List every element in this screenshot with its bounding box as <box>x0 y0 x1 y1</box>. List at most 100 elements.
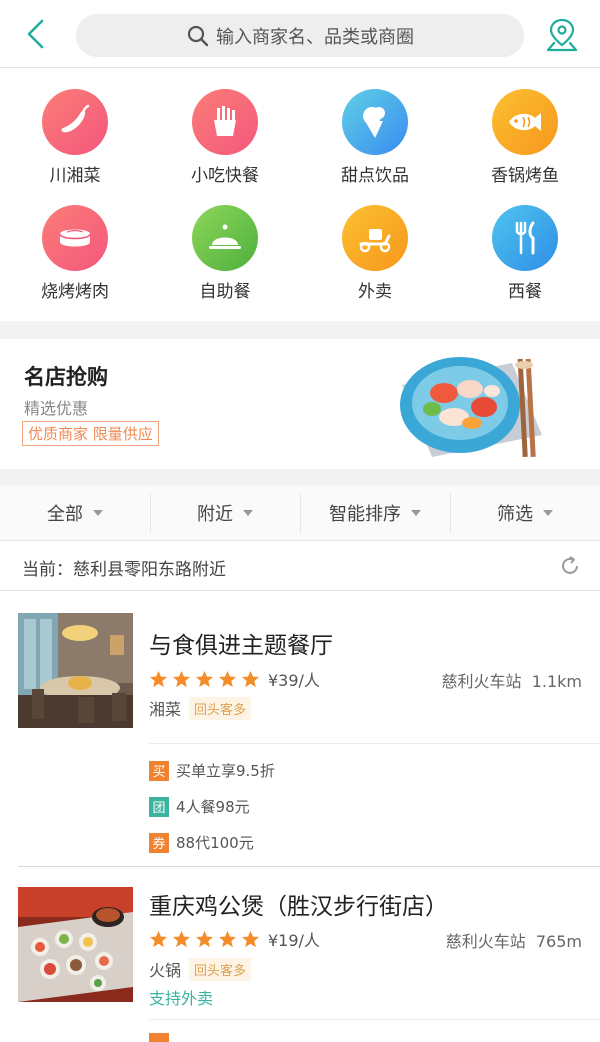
fish-icon <box>509 113 541 131</box>
filter-label: 全部 <box>47 504 83 525</box>
filter-all[interactable]: 全部 <box>0 485 150 541</box>
shop-area: 慈利火车站 <box>441 672 522 691</box>
avg-price: ¥39/人 <box>268 671 320 690</box>
section-gap <box>0 321 600 339</box>
shop-area-distance: 慈利火车站 1.1km <box>442 668 582 692</box>
takeout-support: 支持外卖 <box>149 989 214 1008</box>
deal-item[interactable]: 券 88代100元 <box>149 832 254 853</box>
category-takeout[interactable]: 外卖 <box>300 185 450 302</box>
cuisine-type: 湘菜 <box>149 700 182 719</box>
pay-badge <box>149 1033 169 1042</box>
current-location-text: 当前：慈利县零阳东路附近 <box>22 560 226 580</box>
caret-down-icon <box>243 510 253 516</box>
current-location-bar: 当前：慈利县零阳东路附近 <box>0 541 600 591</box>
divider <box>149 743 600 744</box>
refresh-icon[interactable] <box>558 554 582 578</box>
category-label: 西餐 <box>508 282 542 302</box>
filter-nearby[interactable]: 附近 <box>150 485 300 541</box>
filter-bar: 全部 附近 智能排序 筛选 <box>0 485 600 541</box>
shop-area: 慈利火车站 <box>445 932 526 951</box>
cuisine-type: 火锅 <box>149 961 182 980</box>
shop-cuisine-row: 火锅 回头客多 <box>149 957 252 981</box>
cloche-icon <box>209 224 241 249</box>
top-bar: 输入商家名、品类或商圈 <box>0 0 600 68</box>
shop-photo <box>18 613 133 728</box>
category-grid: 川湘菜 小吃快餐 甜点饮品 香锅烤鱼 烧烤烤肉 自助餐 外卖 西餐 <box>0 69 600 321</box>
category-circle <box>42 89 108 155</box>
section-gap <box>0 469 600 485</box>
star-rating: ¥39/人 <box>149 667 320 691</box>
category-label: 自助餐 <box>199 282 251 302</box>
star-icon <box>241 930 260 947</box>
shop-area-distance: 慈利火车站 765m <box>446 928 582 952</box>
pay-badge: 买 <box>149 760 169 781</box>
category-label: 香锅烤鱼 <box>491 166 559 186</box>
deal-item[interactable]: 买 买单立享9.5折 <box>149 760 275 781</box>
caret-down-icon <box>93 510 103 516</box>
category-circle <box>342 205 408 271</box>
deal-text: 4人餐98元 <box>176 798 250 816</box>
star-icon <box>218 930 237 947</box>
filter-label: 筛选 <box>497 504 533 525</box>
category-circle <box>492 205 558 271</box>
filter-label: 附近 <box>197 504 233 525</box>
restaurant-interior-image <box>18 613 133 728</box>
category-label: 川湘菜 <box>49 166 101 186</box>
category-circle <box>192 205 258 271</box>
coupon-badge: 券 <box>149 832 169 853</box>
food-dish-image <box>400 357 542 458</box>
category-circle <box>192 89 258 155</box>
hotpot-table-image <box>18 887 133 1002</box>
shop-card[interactable]: 重庆鸡公煲（胜汉步行街店） ¥19/人 慈利火车站 765m 火锅 回头客多 支… <box>0 867 600 1042</box>
search-input[interactable]: 输入商家名、品类或商圈 <box>76 14 524 57</box>
filter-screen[interactable]: 筛选 <box>450 485 600 541</box>
category-buffet[interactable]: 自助餐 <box>150 185 300 302</box>
fries-icon <box>214 106 236 136</box>
shop-name: 重庆鸡公煲（胜汉步行街店） <box>149 894 448 920</box>
divider <box>149 1019 600 1020</box>
shop-distance: 765m <box>535 932 582 951</box>
promo-title: 名店抢购 <box>24 365 108 389</box>
deal-item[interactable]: 团 4人餐98元 <box>149 796 250 817</box>
star-icon <box>195 670 214 687</box>
deal-item[interactable] <box>149 1033 169 1042</box>
fork-knife-icon <box>515 221 535 255</box>
category-grilled-fish[interactable]: 香锅烤鱼 <box>450 69 600 186</box>
filter-sort[interactable]: 智能排序 <box>300 485 450 541</box>
promo-banner[interactable]: 名店抢购 精选优惠 优质商家 限量供应 <box>0 339 600 469</box>
search-icon <box>187 25 209 46</box>
category-circle <box>42 205 108 271</box>
back-arrow-icon <box>27 19 44 49</box>
search-placeholder: 输入商家名、品类或商圈 <box>216 26 414 48</box>
shop-cuisine-row: 湘菜 回头客多 <box>149 696 252 720</box>
category-snacks[interactable]: 小吃快餐 <box>150 69 300 186</box>
chili-icon <box>61 104 90 133</box>
star-icon <box>172 670 191 687</box>
repeat-customer-badge: 回头客多 <box>189 957 252 981</box>
deal-text: 买单立享9.5折 <box>176 762 275 780</box>
repeat-customer-badge: 回头客多 <box>189 696 252 720</box>
star-icon <box>218 670 237 687</box>
star-icon <box>149 670 168 687</box>
shop-distance: 1.1km <box>531 672 582 691</box>
shop-card[interactable]: 与食俱进主题餐厅 ¥39/人 慈利火车站 1.1km 湘菜 回头客多 买 买单立… <box>0 592 600 866</box>
category-label: 烧烤烤肉 <box>41 282 109 302</box>
category-desserts[interactable]: 甜点饮品 <box>300 69 450 186</box>
category-label: 小吃快餐 <box>191 166 259 186</box>
category-western[interactable]: 西餐 <box>450 185 600 302</box>
back-button[interactable] <box>18 16 54 52</box>
category-label: 外卖 <box>358 282 392 302</box>
category-bbq[interactable]: 烧烤烤肉 <box>0 185 150 302</box>
caret-down-icon <box>411 510 421 516</box>
category-sichuan-hunan[interactable]: 川湘菜 <box>0 69 150 186</box>
deal-text: 88代100元 <box>176 834 254 852</box>
star-icon <box>195 930 214 947</box>
star-icon <box>241 670 260 687</box>
promo-tag: 优质商家 限量供应 <box>22 421 159 446</box>
caret-down-icon <box>543 510 553 516</box>
map-pin-icon <box>546 18 578 52</box>
map-location-button[interactable] <box>544 16 580 54</box>
shop-photo <box>18 887 133 1002</box>
filter-label: 智能排序 <box>329 504 401 525</box>
promo-subtitle: 精选优惠 <box>24 399 89 418</box>
